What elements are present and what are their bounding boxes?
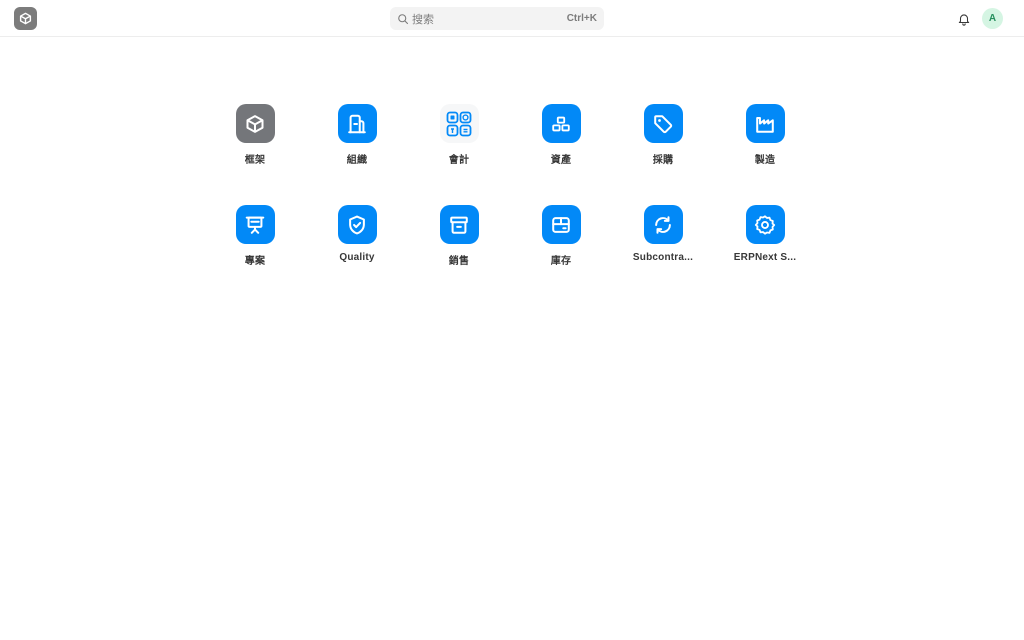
app-label: Quality (339, 252, 375, 263)
app-stock[interactable]: 庫存 (510, 205, 612, 306)
assets-stack-icon (541, 104, 581, 143)
app-logo[interactable] (14, 7, 37, 30)
cube-icon (19, 12, 32, 25)
building-icon (337, 104, 377, 143)
search-shortcut: Ctrl+K (566, 13, 597, 24)
app-quality[interactable]: Quality (306, 205, 408, 306)
app-label: 框架 (244, 155, 266, 166)
cube-icon (235, 104, 275, 143)
search-placeholder: 搜索 (412, 13, 434, 26)
app-label: 資產 (550, 155, 572, 166)
top-navbar: 搜索 Ctrl+K A (0, 0, 1024, 37)
app-subcontracting[interactable]: Subcontra... (612, 205, 714, 306)
search-bar[interactable]: 搜索 Ctrl+K (390, 7, 604, 30)
user-avatar[interactable]: A (982, 8, 1003, 29)
app-organization[interactable]: 組織 (306, 104, 408, 205)
app-projects[interactable]: 專案 (204, 205, 306, 306)
app-label: 庫存 (550, 256, 572, 267)
app-label: 組織 (346, 155, 368, 166)
app-selling[interactable]: 銷售 (408, 205, 510, 306)
accounting-grid-icon (439, 104, 479, 143)
package-icon (541, 205, 581, 244)
app-assets[interactable]: 資產 (510, 104, 612, 205)
notifications-button[interactable] (956, 11, 972, 27)
apps-grid: 框架 組織 會計 資產 採購 製造 專案 Quality 銷售 庫存 Subco… (204, 104, 816, 306)
app-manufacturing[interactable]: 製造 (714, 104, 816, 205)
app-label: ERPNext S... (733, 252, 797, 263)
app-erpnext-settings[interactable]: ERPNext S... (714, 205, 816, 306)
refresh-cycle-icon (643, 205, 683, 244)
search-icon (397, 13, 409, 25)
app-accounting[interactable]: 會計 (408, 104, 510, 205)
factory-icon (745, 104, 785, 143)
tag-icon (643, 104, 683, 143)
app-label: 會計 (448, 155, 470, 166)
app-label: Subcontra... (632, 252, 694, 263)
app-buying[interactable]: 採購 (612, 104, 714, 205)
app-label: 製造 (754, 155, 776, 166)
app-label: 專案 (244, 256, 266, 267)
app-framework[interactable]: 框架 (204, 104, 306, 205)
bell-icon (958, 14, 970, 26)
app-label: 採購 (652, 155, 674, 166)
presentation-board-icon (235, 205, 275, 244)
app-label: 銷售 (448, 256, 470, 267)
shield-check-icon (337, 205, 377, 244)
archive-box-icon (439, 205, 479, 244)
gear-icon (745, 205, 785, 244)
